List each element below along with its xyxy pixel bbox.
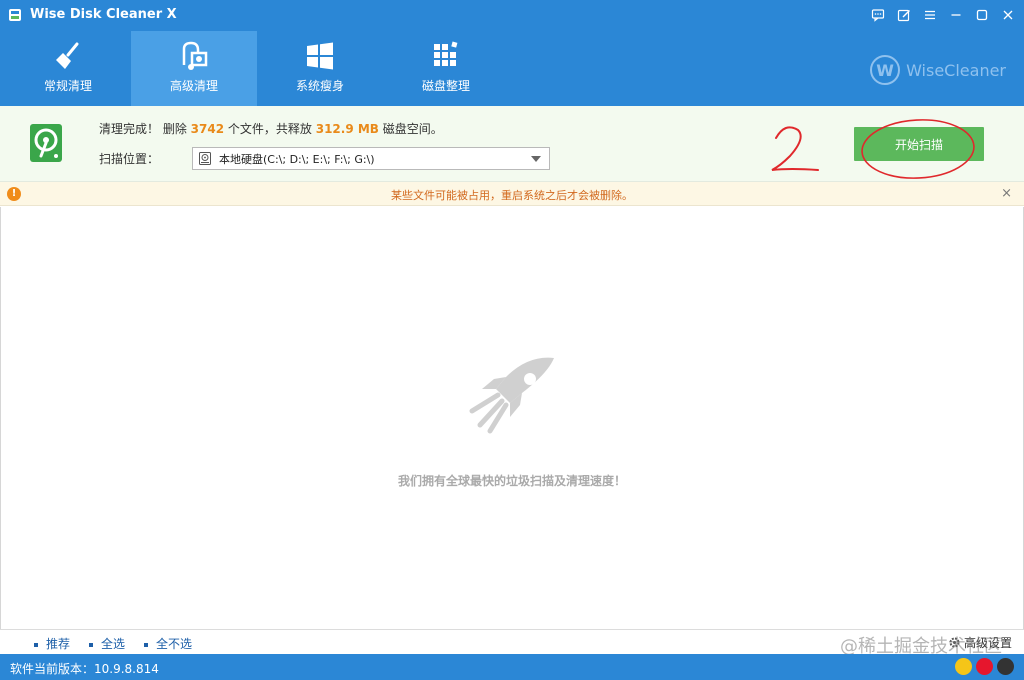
close-icon[interactable] <box>998 5 1018 25</box>
tab-disk-defrag[interactable]: 磁盘整理 <box>383 31 509 106</box>
select-all-label: 全选 <box>101 637 126 651</box>
status-bar: 软件当前版本：10.9.8.814 <box>0 654 1024 680</box>
defrag-icon <box>434 41 458 66</box>
result-suffix: 磁盘空间。 <box>382 122 443 136</box>
recommend-link[interactable]: 推荐 <box>34 635 70 652</box>
app-icon <box>9 9 21 21</box>
app-title: Wise Disk Cleaner X <box>30 7 177 22</box>
result-mid: 个文件，共释放 <box>227 122 312 136</box>
maximize-icon[interactable] <box>972 5 992 25</box>
recommend-label: 推荐 <box>46 637 71 651</box>
scan-location-select[interactable]: 本地硬盘(C:\; D:\; E:\; F:\; G:\) <box>192 147 550 170</box>
tab-system-slim[interactable]: 系统瘦身 <box>257 31 383 106</box>
menu-icon[interactable] <box>920 5 940 25</box>
notice-message: 某些文件可能被占用，重启系统之后才会被删除。 <box>391 189 633 202</box>
broom-icon <box>56 42 79 69</box>
tab-label: 高级清理 <box>169 79 218 93</box>
windows-icon <box>307 42 333 70</box>
hard-drive-icon <box>199 152 211 165</box>
tab-label: 常规清理 <box>43 79 92 93</box>
bullet-icon <box>144 642 148 647</box>
scan-location-label: 扫描位置： <box>99 152 160 166</box>
select-none-link[interactable]: 全不选 <box>144 635 192 652</box>
blog-icon[interactable] <box>997 658 1014 675</box>
bullet-icon <box>34 642 38 647</box>
social-links <box>955 658 1014 675</box>
tab-advanced-clean[interactable]: 高级清理 <box>131 31 257 106</box>
tab-regular-clean[interactable]: 常规清理 <box>5 31 131 106</box>
edit-icon[interactable] <box>894 5 914 25</box>
disk-clean-icon <box>30 124 62 162</box>
scan-location-value: 本地硬盘(C:\; D:\; E:\; F:\; G:\) <box>219 152 375 166</box>
version-text: 软件当前版本：10.9.8.814 <box>10 662 159 676</box>
rocket-icon <box>469 357 554 434</box>
select-none-label: 全不选 <box>156 637 193 651</box>
tab-label: 磁盘整理 <box>421 79 470 93</box>
wisecleaner-logo-icon: W <box>870 55 901 85</box>
clean-result: 清理完成！ 删除 3742 个文件，共释放 312.9 MB 磁盘空间。 <box>99 120 443 137</box>
title-bar: Wise Disk Cleaner X <box>0 0 1024 30</box>
star-icon[interactable] <box>955 658 972 675</box>
result-prefix: 清理完成！ 删除 <box>99 122 187 136</box>
vacuum-icon <box>182 41 208 70</box>
tab-label: 系统瘦身 <box>295 79 344 93</box>
window-controls <box>868 5 1018 25</box>
brand: W WiseCleaner <box>870 55 1006 85</box>
chevron-down-icon[interactable] <box>531 156 541 162</box>
main-tabs: 常规清理 高级清理 系统瘦身 磁盘整理 <box>5 31 509 106</box>
minimize-icon[interactable] <box>946 5 966 25</box>
weibo-icon[interactable] <box>976 658 993 675</box>
notice-bar: ! 某些文件可能被占用，重启系统之后才会被删除。 × <box>0 182 1024 206</box>
brand-name: WiseCleaner <box>906 60 1006 80</box>
deleted-files-count: 3742 <box>190 122 225 136</box>
start-scan-button[interactable]: 开始扫描 <box>854 127 984 161</box>
header: Wise Disk Cleaner X 常规清理 高级清理 系统瘦身 磁盘整理 … <box>0 0 1024 106</box>
select-all-link[interactable]: 全选 <box>89 635 125 652</box>
notice-close-button[interactable]: × <box>1001 186 1012 201</box>
bullet-icon <box>89 642 93 647</box>
slogan: 我们拥有全球最快的垃圾扫描及清理速度！ <box>397 474 626 488</box>
feedback-icon[interactable] <box>868 5 888 25</box>
freed-size: 312.9 MB <box>315 122 379 136</box>
